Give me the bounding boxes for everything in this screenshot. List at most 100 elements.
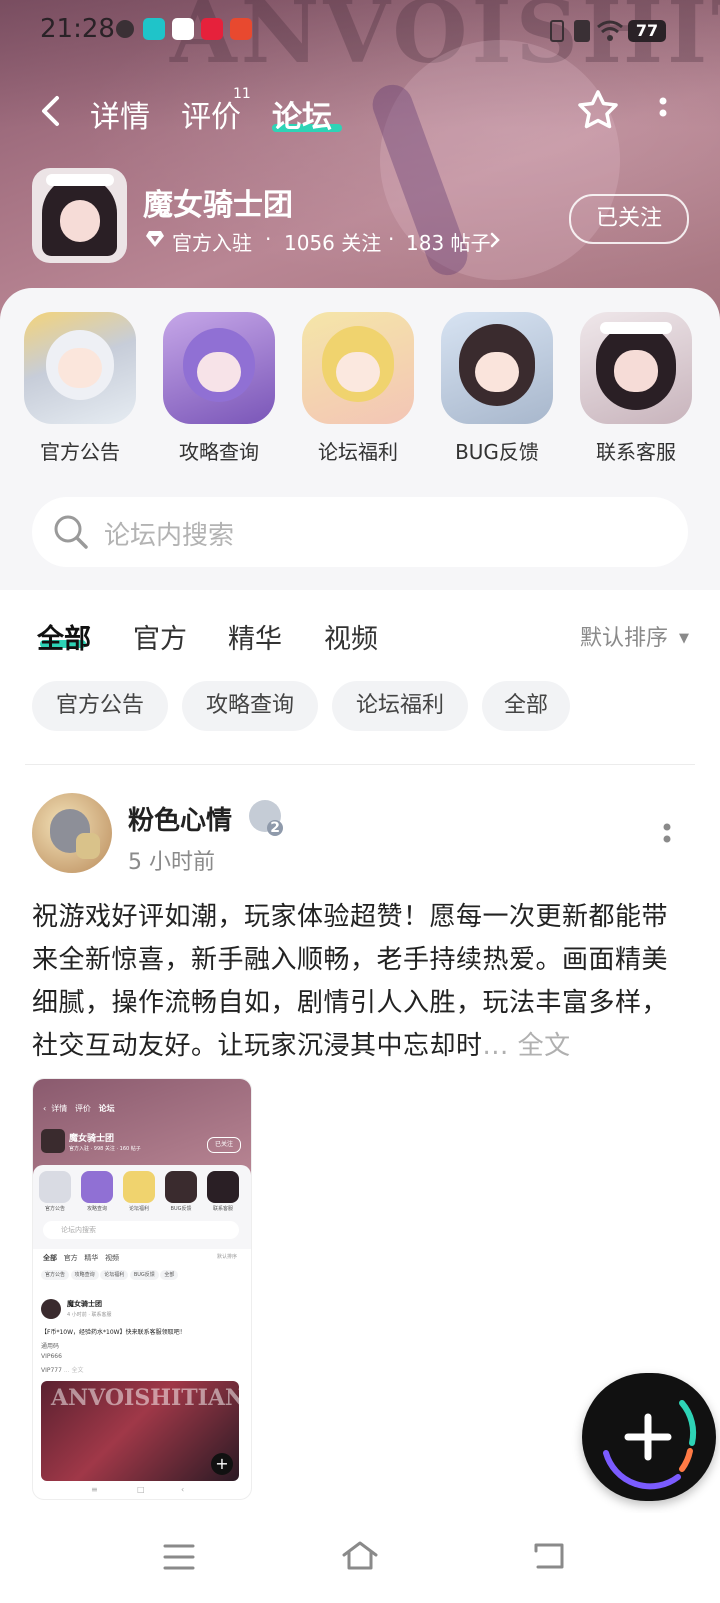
tab-forum[interactable]: 论坛	[272, 92, 332, 136]
post-author-name[interactable]: 粉色心情	[128, 800, 232, 837]
caret-down-icon: ▼	[679, 631, 690, 646]
chevron-right-icon[interactable]	[490, 232, 500, 248]
system-navigation-bar	[0, 1513, 720, 1603]
category-guide-image[interactable]	[163, 312, 275, 424]
thumb-follow-button: 已关注	[207, 1137, 241, 1153]
thumb-chips: 官方公告 攻略查询 论坛福利 BUG反馈 全部	[41, 1270, 247, 1280]
sort-label: 默认排序	[580, 626, 669, 651]
thumb-search-placeholder: 论坛内搜索	[61, 1226, 96, 1234]
post-body[interactable]: 祝游戏好评如潮，玩家体验超赞！愿每一次更新都能带来全新惊喜，新手融入顺畅，老手持…	[32, 896, 692, 1068]
thumb-back-nav-icon: ‹	[181, 1485, 185, 1494]
app-top-icon	[143, 18, 165, 40]
meta-dot: ·	[265, 227, 272, 251]
thumb-forum-name: 魔女骑士团	[69, 1134, 115, 1144]
thumb-nav-bar: ≡ □ ‹	[33, 1485, 251, 1499]
app-icon-3	[201, 18, 223, 40]
thumb-post-line-text: VIP777	[41, 1367, 62, 1374]
thumb-tab-details: 详情	[51, 1104, 68, 1113]
category-bug-report-image[interactable]	[441, 312, 553, 424]
chip-guide[interactable]: 攻略查询	[182, 681, 318, 731]
thumb-search: 论坛内搜索	[43, 1221, 239, 1239]
thumb-tab: 视频	[105, 1254, 120, 1262]
thumb-home-icon: □	[137, 1485, 145, 1494]
thumb-tab-forum: 论坛	[98, 1104, 115, 1113]
thumb-category-label: 官方公告	[44, 1206, 65, 1212]
thumb-post-line: VIP777 ... 全文	[41, 1365, 84, 1374]
tab-details[interactable]: 详情	[90, 92, 150, 136]
thumb-category-label: 联系客服	[212, 1206, 233, 1212]
thumb-tab-reviews: 评价	[74, 1104, 91, 1113]
sort-dropdown[interactable]: 默认排序 ▼	[580, 620, 689, 652]
thumb-chip: BUG反馈	[129, 1270, 159, 1280]
meta-dot: ·	[388, 227, 395, 251]
thumb-tab: 全部	[43, 1254, 57, 1262]
notification-icon	[116, 20, 134, 38]
category-label-contact-support[interactable]: 联系客服	[566, 436, 706, 465]
user-level-number: 2	[267, 820, 283, 836]
thumb-chip: 全部	[160, 1270, 179, 1280]
tab-reviews[interactable]: 评价	[181, 92, 241, 136]
reviews-count-badge: 11	[233, 86, 251, 102]
category-label-guide[interactable]: 攻略查询	[149, 436, 289, 465]
create-post-button[interactable]	[582, 1373, 716, 1501]
thumb-plus-icon: +	[211, 1453, 233, 1475]
chip-welfare[interactable]: 论坛福利	[332, 681, 468, 731]
category-contact-support-image[interactable]	[580, 312, 692, 424]
category-label-welfare[interactable]: 论坛福利	[288, 436, 428, 465]
app-icon-4	[230, 18, 252, 40]
search-placeholder: 论坛内搜索	[104, 521, 235, 551]
verified-label: 官方入驻	[172, 231, 252, 255]
back-icon[interactable]	[38, 94, 64, 128]
more-options-icon[interactable]	[658, 96, 668, 126]
star-follow-icon[interactable]	[576, 88, 620, 132]
thumb-tab: 官方	[63, 1254, 78, 1262]
thumb-forum-avatar	[41, 1129, 65, 1153]
thumb-category-label: BUG反馈	[170, 1206, 192, 1212]
thumb-banner-text: ANVOISHITIAN	[51, 1385, 239, 1411]
thumb-post-time: 4 小时前 · 联系客服	[67, 1312, 112, 1318]
back-nav-icon[interactable]	[532, 1541, 566, 1571]
status-time: 21:28	[40, 14, 115, 44]
thumb-tabs: 全部 官方 精华 视频 默认排序	[43, 1253, 243, 1263]
sim-off-icon	[574, 20, 590, 42]
thumb-post-avatar	[41, 1299, 61, 1319]
filter-tab-all[interactable]: 全部	[37, 617, 91, 656]
post-more-icon[interactable]	[662, 822, 672, 850]
post-author-avatar[interactable]	[32, 793, 112, 873]
thumb-header: ‹ 详情 评价 论坛 魔女骑士团 官方入驻 · 998 关注 · 160 帖子 …	[33, 1079, 251, 1179]
thumb-chip: 论坛福利	[100, 1270, 129, 1280]
filter-tab-video[interactable]: 视频	[324, 617, 378, 656]
category-welfare-image[interactable]	[302, 312, 414, 424]
thumb-chip: 官方公告	[41, 1270, 70, 1280]
thumb-post-line: 通用码	[41, 1343, 60, 1350]
category-official-notice-image[interactable]	[24, 312, 136, 424]
section-divider	[25, 764, 695, 765]
post-image[interactable]: ‹ 详情 评价 论坛 魔女骑士团 官方入驻 · 998 关注 · 160 帖子 …	[32, 1078, 252, 1500]
filter-tab-official[interactable]: 官方	[133, 617, 187, 656]
follow-button[interactable]: 已关注	[569, 194, 689, 244]
user-level-badge: 2	[249, 800, 283, 836]
thumb-category-row: 官方公告 攻略查询 论坛福利 BUG反馈 联系客服	[37, 1171, 247, 1215]
home-icon[interactable]	[340, 1539, 380, 1571]
thumb-category-label: 攻略查询	[86, 1206, 107, 1212]
followers-count: 1056 关注	[284, 231, 382, 255]
search-input[interactable]: 论坛内搜索	[32, 497, 688, 567]
thumb-category-label: 论坛福利	[128, 1206, 149, 1212]
posts-count[interactable]: 183 帖子	[406, 227, 491, 256]
category-label-bug-report[interactable]: BUG反馈	[427, 436, 567, 465]
thumb-back-icon: ‹	[43, 1104, 47, 1113]
search-icon	[54, 515, 88, 549]
plus-icon	[624, 1413, 672, 1461]
chip-all[interactable]: 全部	[482, 681, 570, 731]
thumb-post-line: VIP666	[41, 1353, 62, 1360]
expand-full-text-link[interactable]: ... 全文	[483, 1031, 571, 1061]
forum-name: 魔女骑士团	[143, 188, 293, 223]
thumb-tab: 精华	[84, 1254, 99, 1262]
filter-tab-featured[interactable]: 精华	[228, 617, 282, 656]
thumb-sort: 默认排序	[216, 1254, 237, 1260]
category-label-official-notice[interactable]: 官方公告	[10, 436, 150, 465]
thumb-nav: ‹ 详情 评价 论坛	[43, 1103, 115, 1114]
menu-icon[interactable]	[163, 1543, 195, 1571]
app-icon-2	[172, 18, 194, 40]
chip-official-notice[interactable]: 官方公告	[32, 681, 168, 731]
